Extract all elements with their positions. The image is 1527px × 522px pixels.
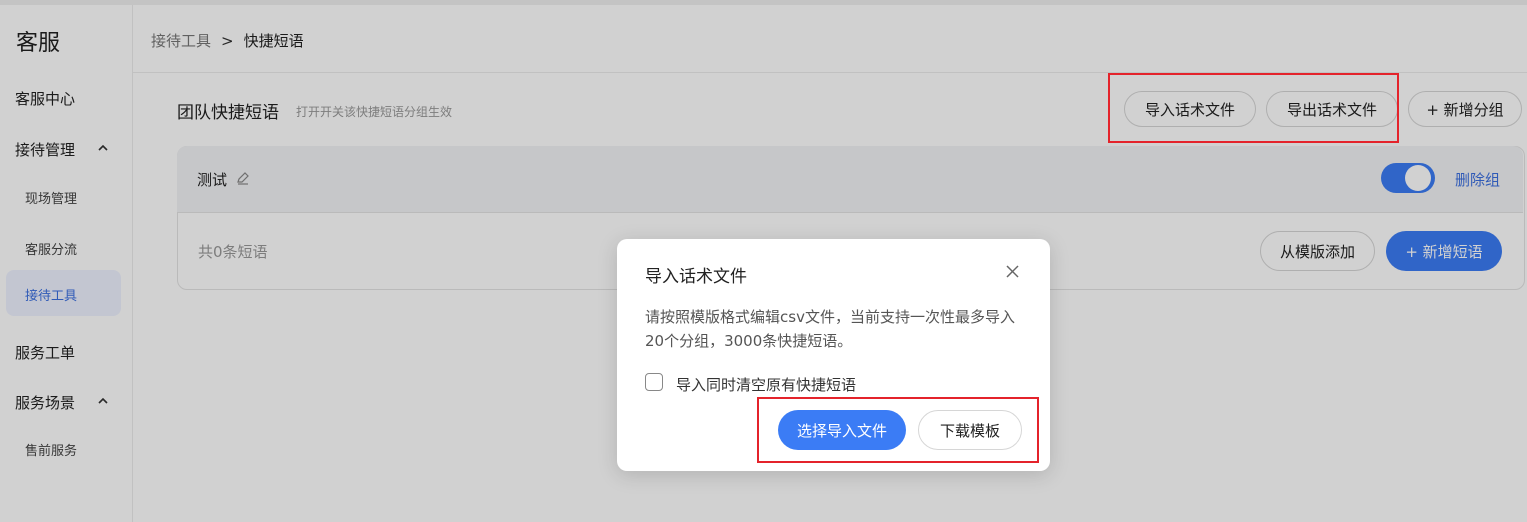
dialog-title: 导入话术文件 <box>645 267 747 287</box>
highlight-box-import-export <box>1108 73 1399 143</box>
dialog-description: 请按照模版格式编辑csv文件，当前支持一次性最多导入20个分组，3000条快捷短… <box>645 308 1015 350</box>
close-icon[interactable] <box>1005 264 1020 279</box>
clear-existing-label[interactable]: 导入同时清空原有快捷短语 <box>676 374 856 395</box>
highlight-box-dialog-actions <box>757 397 1039 463</box>
clear-existing-checkbox[interactable] <box>645 373 663 391</box>
